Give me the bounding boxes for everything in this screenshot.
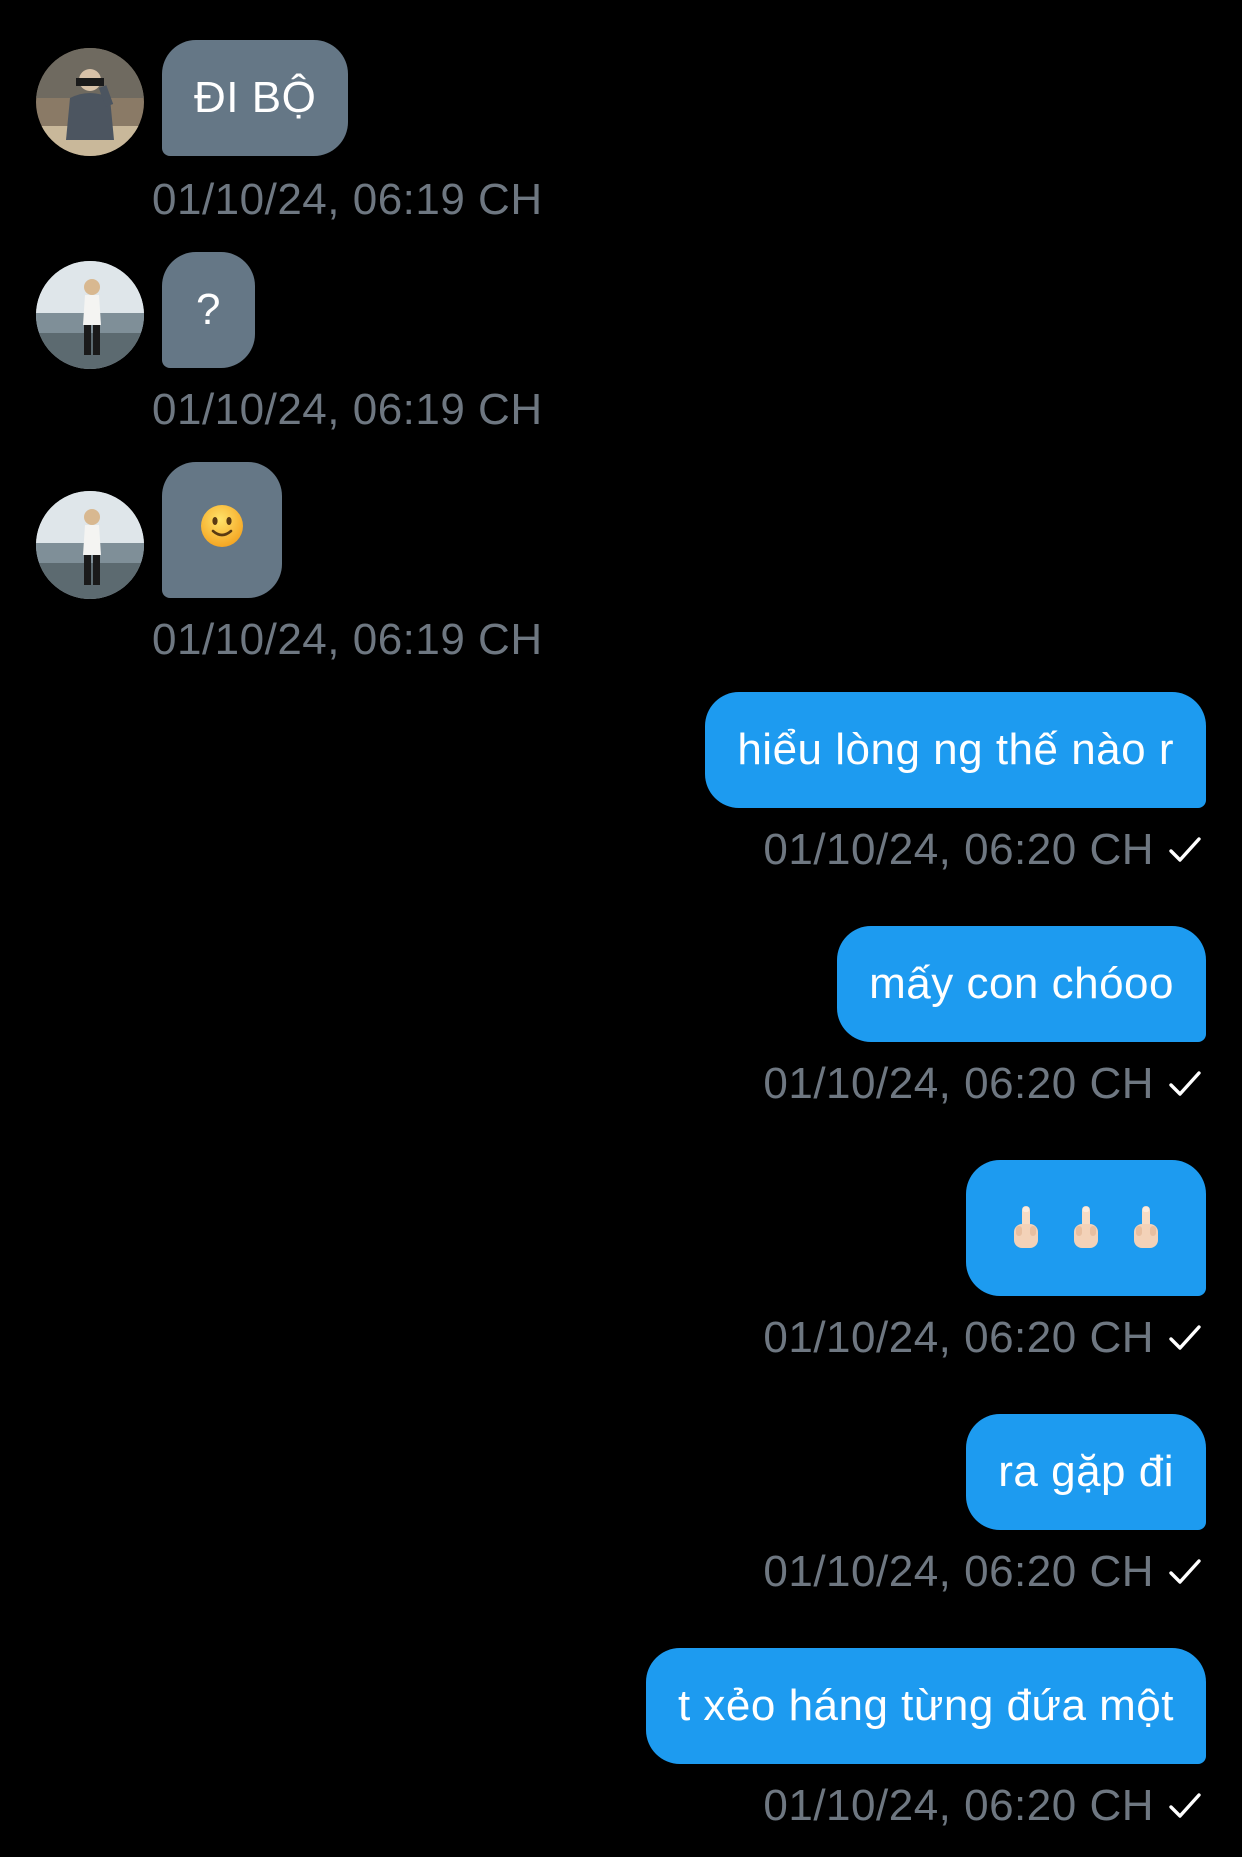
check-icon: [1169, 1559, 1201, 1584]
message-bubble-outgoing[interactable]: mấy con chóoo: [837, 926, 1206, 1042]
message-meta: 01/10/24, 06:20 CH: [763, 1550, 1202, 1594]
message-text: ?: [196, 285, 221, 334]
middle-finger-emoji-group: [1008, 1204, 1164, 1252]
slightly-smiling-face-icon: [200, 504, 244, 556]
message-bubble-incoming[interactable]: ĐI BỘ: [162, 40, 349, 156]
message-bubble-outgoing[interactable]: ra gặp đi: [966, 1414, 1206, 1530]
check-icon: [1169, 1071, 1201, 1096]
message-bubble-outgoing[interactable]: hiểu lòng ng thế nào r: [705, 692, 1206, 808]
message-text: mấy con chóoo: [869, 959, 1174, 1008]
message-timestamp: 01/10/24, 06:19 CH: [152, 385, 543, 434]
avatar-user-a-image: [36, 48, 144, 156]
message-bubble-outgoing[interactable]: [966, 1160, 1206, 1296]
message-timestamp: 01/10/24, 06:20 CH: [763, 1313, 1154, 1362]
message-timestamp: 01/10/24, 06:20 CH: [763, 1781, 1154, 1830]
check-icon: [1169, 1325, 1201, 1350]
check-icon: [1169, 1793, 1201, 1818]
message-text: hiểu lòng ng thế nào r: [737, 725, 1174, 774]
message-bubble-incoming[interactable]: ?: [162, 252, 255, 368]
message-meta: 01/10/24, 06:20 CH: [763, 1062, 1202, 1106]
middle-finger-icon: [1014, 1206, 1038, 1248]
message-timestamp: 01/10/24, 06:20 CH: [763, 1547, 1154, 1596]
message-text: t xẻo háng từng đứa một: [677, 1681, 1174, 1730]
message-text: ĐI BỘ: [194, 73, 317, 122]
conversation-thread: ĐI BỘ 01/10/24, 06:19 CH ? 01/10/24, 06:…: [0, 0, 1242, 1857]
avatar[interactable]: [36, 491, 144, 599]
message-meta: 01/10/24, 06:20 CH: [763, 828, 1202, 872]
message-meta: 01/10/24, 06:20 CH: [763, 1316, 1202, 1360]
message-bubble-incoming[interactable]: [162, 462, 282, 598]
middle-finger-icon: [1074, 1206, 1098, 1248]
avatar[interactable]: [36, 48, 144, 156]
avatar[interactable]: [36, 261, 144, 369]
middle-finger-icon: [1134, 1206, 1158, 1248]
message-timestamp: 01/10/24, 06:20 CH: [763, 825, 1154, 874]
message-timestamp: 01/10/24, 06:19 CH: [152, 175, 543, 224]
message-timestamp: 01/10/24, 06:19 CH: [152, 615, 543, 664]
message-bubble-outgoing[interactable]: t xẻo háng từng đứa một: [645, 1648, 1206, 1764]
avatar-user-b-image: [36, 491, 144, 599]
message-timestamp: 01/10/24, 06:20 CH: [763, 1059, 1154, 1108]
message-meta: 01/10/24, 06:20 CH: [763, 1784, 1202, 1828]
message-text: ra gặp đi: [998, 1447, 1174, 1496]
check-icon: [1169, 837, 1201, 862]
avatar-user-b-image: [36, 261, 144, 369]
